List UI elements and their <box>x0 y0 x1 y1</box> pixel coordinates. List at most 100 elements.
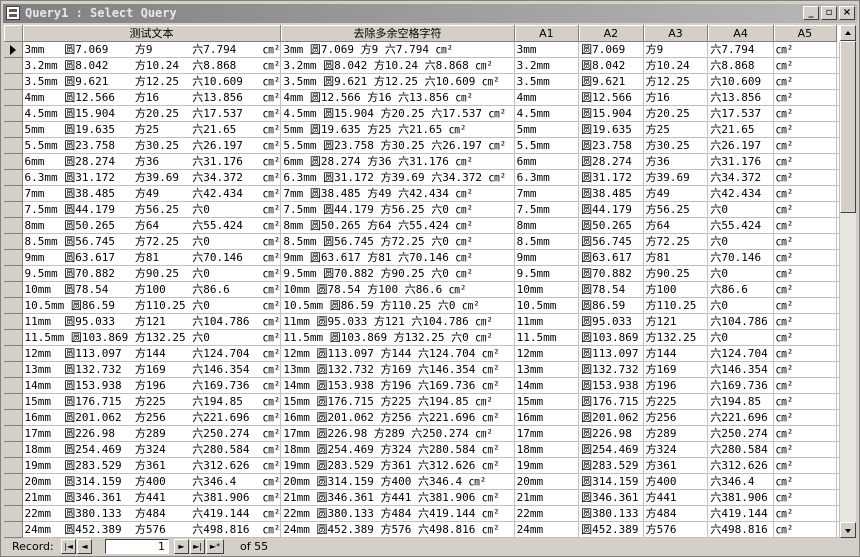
table-cell[interactable]: 21mm 圆346.361 方441 六381.906 ㎝² <box>22 489 282 506</box>
table-cell[interactable]: 方400 <box>643 473 709 490</box>
table-cell[interactable]: 5.5mm <box>514 137 580 154</box>
table-cell[interactable]: 圆8.042 <box>578 57 644 74</box>
table-cell[interactable]: 3.5mm <box>514 73 580 90</box>
table-cell[interactable]: 15mm 圆176.715 方225 六194.85 ㎝² <box>22 393 282 410</box>
table-cell[interactable]: 六70.146 <box>707 249 774 266</box>
table-cell[interactable]: 4.5mm <box>514 105 580 122</box>
table-cell[interactable]: 4.5mm 圆15.904 方20.25 六17.537 ㎝² <box>22 105 282 122</box>
table-cell[interactable]: 22mm 圆380.133 方484 六419.144 ㎝² <box>22 505 282 522</box>
table-cell[interactable]: 圆56.745 <box>578 233 644 250</box>
table-cell[interactable]: ㎝² <box>773 345 838 362</box>
table-cell[interactable]: 6mm <box>514 153 580 170</box>
table-cell[interactable]: 16mm <box>514 409 580 426</box>
table-row[interactable]: 4.5mm 圆15.904 方20.25 六17.537 ㎝² 4.5mm 圆15… <box>4 105 840 122</box>
record-selector[interactable] <box>4 425 23 442</box>
table-row[interactable]: 5mm 圆19.635 方25 六21.65 ㎝² 5mm 圆19.635 方25… <box>4 121 840 138</box>
table-cell[interactable]: 圆70.882 <box>578 265 644 282</box>
table-cell[interactable]: 方132.25 <box>643 329 709 346</box>
record-selector[interactable] <box>4 201 23 218</box>
scroll-thumb[interactable] <box>840 41 856 213</box>
table-cell[interactable]: 方324 <box>643 441 709 458</box>
first-record-button[interactable]: |◄ <box>61 539 76 554</box>
table-cell[interactable]: ㎝² <box>773 137 838 154</box>
table-cell[interactable]: 方484 <box>643 505 709 522</box>
table-row[interactable]: 17mm 圆226.98 方289 六250.274 ㎝² 17mm 圆226.9… <box>4 425 840 442</box>
table-cell[interactable]: ㎝² <box>773 521 838 538</box>
table-cell[interactable]: 六42.434 <box>707 185 774 202</box>
table-row[interactable]: 11.5mm 圆103.869 方132.25 六0 ㎝² 11.5mm 圆103… <box>4 329 840 346</box>
table-cell[interactable]: 圆176.715 <box>578 393 644 410</box>
column-header[interactable]: A3 <box>643 25 709 42</box>
table-cell[interactable]: 9mm <box>514 249 580 266</box>
table-cell[interactable]: 24mm 圆452.389 方576 六498.816 ㎝² <box>22 521 282 538</box>
table-cell[interactable]: 圆44.179 <box>578 201 644 218</box>
table-cell[interactable]: 圆103.869 <box>578 329 644 346</box>
table-cell[interactable]: 14mm 圆153.938 方196 六169.736 ㎝² <box>22 377 282 394</box>
table-cell[interactable]: 10mm 圆78.54 方100 六86.6 ㎝² <box>22 281 282 298</box>
table-cell[interactable]: 14mm <box>514 377 580 394</box>
table-cell[interactable]: 方9 <box>643 41 709 58</box>
table-cell[interactable]: 5mm 圆19.635 方25 六21.65 ㎝² <box>280 121 515 138</box>
table-cell[interactable]: ㎝² <box>773 361 838 378</box>
record-selector[interactable] <box>4 297 23 314</box>
record-selector[interactable] <box>4 345 23 362</box>
table-cell[interactable]: 六86.6 <box>707 281 774 298</box>
record-selector[interactable] <box>4 361 23 378</box>
table-cell[interactable]: 4.5mm 圆15.904 方20.25 六17.537 ㎝² <box>280 105 515 122</box>
table-cell[interactable]: ㎝² <box>773 153 838 170</box>
table-row[interactable]: 6.3mm 圆31.172 方39.69 六34.372 ㎝² 6.3mm 圆31… <box>4 169 840 186</box>
table-cell[interactable]: 16mm 圆201.062 方256 六221.696 ㎝² <box>280 409 515 426</box>
table-cell[interactable]: 方100 <box>643 281 709 298</box>
table-cell[interactable]: 六250.274 <box>707 425 774 442</box>
column-header[interactable]: A4 <box>707 25 774 42</box>
table-cell[interactable]: 圆95.033 <box>578 313 644 330</box>
record-selector[interactable] <box>4 169 23 186</box>
table-cell[interactable]: 方39.69 <box>643 169 709 186</box>
table-cell[interactable]: 圆19.635 <box>578 121 644 138</box>
record-selector[interactable] <box>4 233 23 250</box>
table-cell[interactable]: 方441 <box>643 489 709 506</box>
table-cell[interactable]: 方49 <box>643 185 709 202</box>
table-cell[interactable]: 六55.424 <box>707 217 774 234</box>
table-cell[interactable]: 20mm <box>514 473 580 490</box>
table-cell[interactable]: 圆38.485 <box>578 185 644 202</box>
table-cell[interactable]: 方121 <box>643 313 709 330</box>
table-cell[interactable]: 六8.868 <box>707 57 774 74</box>
column-header[interactable]: A5 <box>773 25 838 42</box>
table-cell[interactable]: 方36 <box>643 153 709 170</box>
table-cell[interactable]: 六280.584 <box>707 441 774 458</box>
table-cell[interactable]: ㎝² <box>773 281 838 298</box>
table-cell[interactable]: 16mm 圆201.062 方256 六221.696 ㎝² <box>22 409 282 426</box>
table-cell[interactable]: 5mm 圆19.635 方25 六21.65 ㎝² <box>22 121 282 138</box>
table-cell[interactable]: ㎝² <box>773 185 838 202</box>
table-cell[interactable]: 六0 <box>707 265 774 282</box>
table-cell[interactable]: ㎝² <box>773 73 838 90</box>
record-selector[interactable] <box>4 281 23 298</box>
restore-button[interactable]: ▫ <box>821 6 837 20</box>
table-row[interactable]: 20mm 圆314.159 方400 六346.4 ㎝² 20mm 圆314.15… <box>4 473 840 490</box>
table-cell[interactable]: ㎝² <box>773 265 838 282</box>
table-cell[interactable]: 方25 <box>643 121 709 138</box>
table-row[interactable]: 11mm 圆95.033 方121 六104.786 ㎝² 11mm 圆95.03… <box>4 313 840 330</box>
table-row[interactable]: 16mm 圆201.062 方256 六221.696 ㎝² 16mm 圆201.… <box>4 409 840 426</box>
table-cell[interactable]: 方256 <box>643 409 709 426</box>
table-cell[interactable]: 圆28.274 <box>578 153 644 170</box>
table-cell[interactable]: 12mm <box>514 345 580 362</box>
table-row[interactable]: 13mm 圆132.732 方169 六146.354 ㎝² 13mm 圆132.… <box>4 361 840 378</box>
record-selector[interactable] <box>4 393 23 410</box>
table-cell[interactable]: ㎝² <box>773 41 838 58</box>
table-cell[interactable]: 圆12.566 <box>578 89 644 106</box>
table-cell[interactable]: 24mm <box>514 521 580 538</box>
table-cell[interactable]: 圆78.54 <box>578 281 644 298</box>
table-row[interactable]: 8mm 圆50.265 方64 六55.424 ㎝² 8mm 圆50.265 方6… <box>4 217 840 234</box>
record-selector[interactable] <box>4 121 23 138</box>
table-cell[interactable]: 方225 <box>643 393 709 410</box>
table-cell[interactable]: ㎝² <box>773 121 838 138</box>
table-cell[interactable]: 11.5mm 圆103.869 方132.25 六0 ㎝² <box>280 329 515 346</box>
table-cell[interactable]: ㎝² <box>773 329 838 346</box>
table-cell[interactable]: 圆201.062 <box>578 409 644 426</box>
table-row[interactable]: 18mm 圆254.469 方324 六280.584 ㎝² 18mm 圆254.… <box>4 441 840 458</box>
table-cell[interactable]: 圆50.265 <box>578 217 644 234</box>
table-cell[interactable]: 11mm 圆95.033 方121 六104.786 ㎝² <box>280 313 515 330</box>
record-selector[interactable] <box>4 217 23 234</box>
